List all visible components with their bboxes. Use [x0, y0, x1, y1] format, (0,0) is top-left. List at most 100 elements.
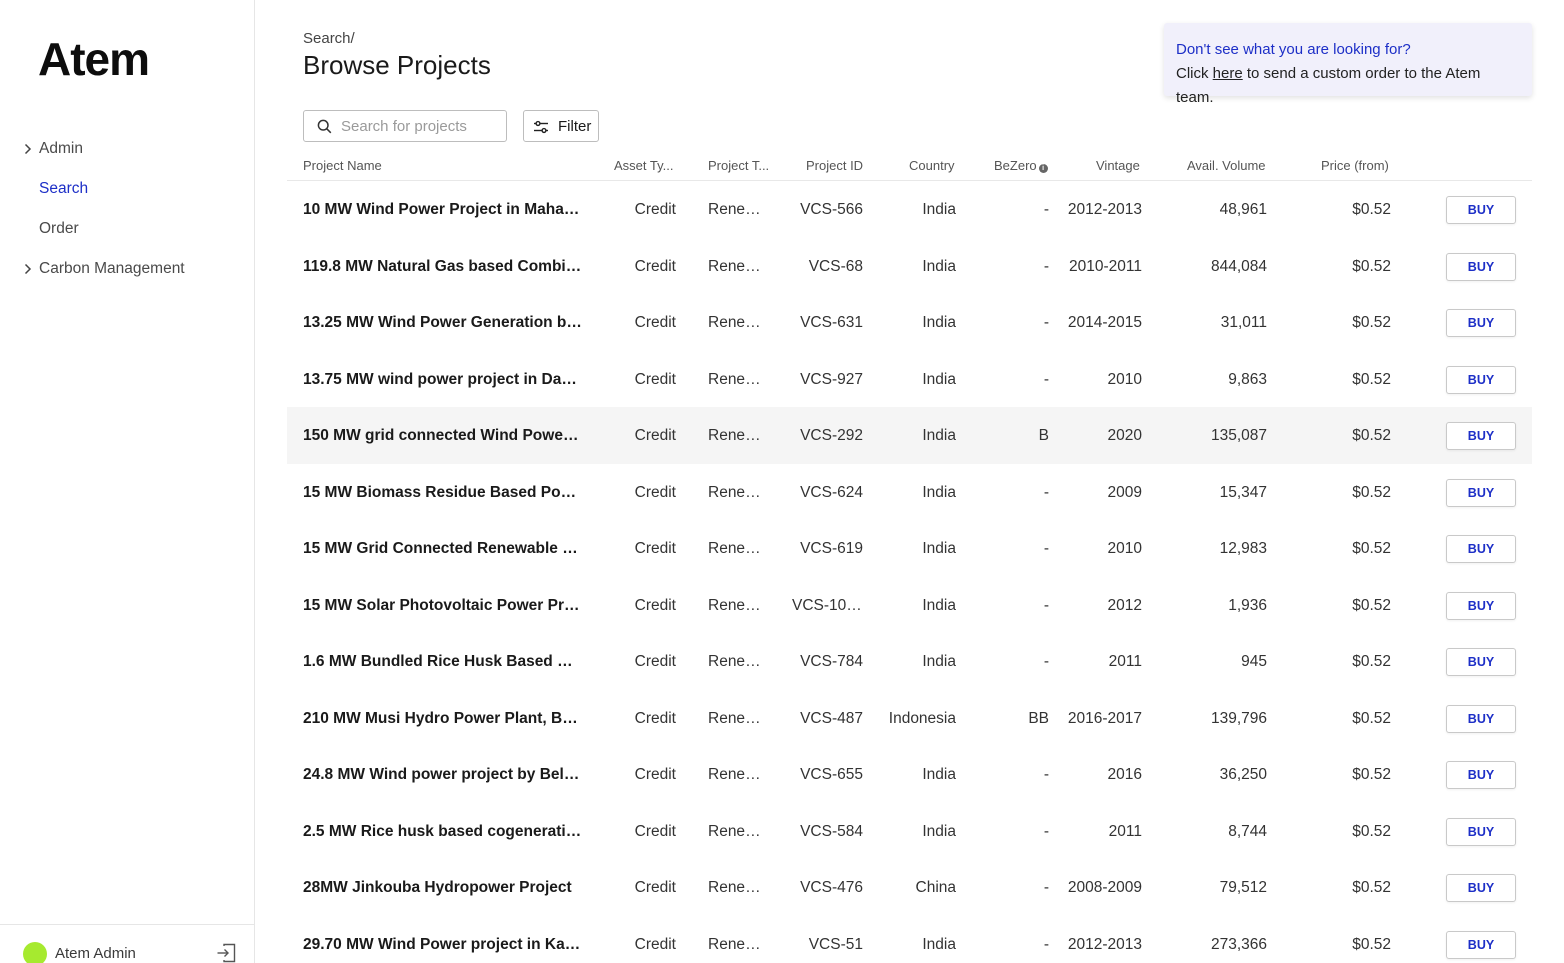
table-row[interactable]: 15 MW Solar Photovoltaic Power Project Cr…	[287, 577, 1532, 634]
asset-type-cell: Credit	[634, 596, 676, 614]
table-row[interactable]: 1.6 MW Bundled Rice Husk Based Cogenerat…	[287, 633, 1532, 690]
col-project-type[interactable]: Project T...	[708, 158, 769, 173]
buy-button[interactable]: BUY	[1446, 761, 1516, 789]
project-name-cell[interactable]: 2.5 MW Rice husk based cogeneration proj…	[303, 823, 583, 841]
table-row[interactable]: 119.8 MW Natural Gas based Combined Cycl…	[287, 238, 1532, 295]
asset-type-cell: Credit	[634, 935, 676, 953]
price-cell: $0.52	[1352, 879, 1391, 896]
avail-volume-cell: 1,936	[1228, 596, 1267, 614]
buy-button[interactable]: BUY	[1446, 309, 1516, 337]
asset-type-cell: Credit	[634, 540, 676, 557]
bezero-cell: -	[1043, 935, 1049, 953]
asset-type-cell: Credit	[634, 427, 676, 444]
avail-volume-cell: 48,961	[1219, 201, 1267, 218]
table-row[interactable]: 28MW Jinkouba Hydropower Project Credit Re…	[287, 859, 1532, 916]
table-row[interactable]: 150 MW grid connected Wind Power based p…	[287, 407, 1532, 464]
table-row[interactable]: 210 MW Musi Hydro Power Plant, Bengkulu C…	[287, 690, 1532, 747]
project-name-cell[interactable]: 150 MW grid connected Wind Power based p…	[303, 427, 583, 445]
asset-type-cell: Credit	[634, 201, 676, 218]
table-row[interactable]: 10 MW Wind Power Project in Maharashtra C…	[287, 181, 1532, 238]
sidebar-item-search[interactable]: Search	[0, 175, 255, 215]
project-name-cell[interactable]: 10 MW Wind Power Project in Maharashtra	[303, 201, 583, 219]
price-cell: $0.52	[1352, 766, 1391, 783]
project-name-cell[interactable]: 15 MW Solar Photovoltaic Power Project	[303, 597, 583, 615]
filter-button[interactable]: Filter	[523, 110, 599, 142]
vintage-cell: 2011	[1108, 822, 1142, 840]
app-logo[interactable]: Atem	[38, 32, 150, 86]
asset-type-cell: Credit	[634, 766, 676, 783]
vintage-cell: 2016	[1107, 766, 1142, 783]
project-type-cell: Renewable Energy	[708, 879, 771, 896]
project-name-cell[interactable]: 13.25 MW Wind Power Generation by Compan…	[303, 314, 583, 332]
project-name-cell[interactable]: 29.70 MW Wind Power project in Karnataka	[303, 936, 583, 954]
notice-question: Don't see what you are looking for?	[1176, 41, 1411, 58]
buy-button[interactable]: BUY	[1446, 874, 1516, 902]
price-cell: $0.52	[1352, 653, 1391, 670]
buy-button[interactable]: BUY	[1446, 252, 1516, 281]
buy-button[interactable]: BUY	[1446, 930, 1516, 959]
col-country[interactable]: Country	[909, 158, 955, 173]
vintage-cell: 2014-2015	[1067, 314, 1142, 331]
buy-button[interactable]: BUY	[1446, 817, 1516, 846]
table-row[interactable]: 2.5 MW Rice husk based cogeneration proj…	[287, 803, 1532, 860]
project-name-cell[interactable]: 15 MW Grid Connected Renewable Energy Pr…	[303, 540, 583, 558]
buy-button[interactable]: BUY	[1446, 535, 1516, 563]
project-name-cell[interactable]: 119.8 MW Natural Gas based Combined Cycl…	[303, 258, 583, 276]
buy-button[interactable]: BUY	[1446, 704, 1516, 733]
breadcrumb[interactable]: Search/	[303, 30, 355, 47]
col-avail-volume[interactable]: Avail. Volume	[1187, 158, 1266, 173]
table-row[interactable]: 13.75 MW wind power project in Davangere…	[287, 351, 1532, 408]
price-cell: $0.52	[1352, 596, 1391, 614]
custom-order-link[interactable]: here	[1213, 65, 1243, 82]
info-icon[interactable]: i	[1038, 164, 1048, 173]
price-cell: $0.52	[1352, 483, 1391, 501]
buy-button[interactable]: BUY	[1446, 648, 1516, 676]
country-cell: India	[922, 483, 956, 501]
project-name-cell[interactable]: 15 MW Biomass Residue Based Power Projec…	[303, 484, 583, 502]
project-name-cell[interactable]: 1.6 MW Bundled Rice Husk Based Cogenerat…	[303, 653, 583, 671]
project-id-cell: VCS-487	[800, 709, 863, 727]
buy-button[interactable]: BUY	[1446, 365, 1516, 394]
sidebar-item-admin[interactable]: Admin	[0, 135, 255, 175]
table-row[interactable]: 24.8 MW Wind power project by Belgaum Cre…	[287, 746, 1532, 803]
bezero-cell: -	[1043, 257, 1049, 275]
buy-button[interactable]: BUY	[1446, 196, 1516, 224]
project-name-cell[interactable]: 24.8 MW Wind power project by Belgaum	[303, 766, 583, 784]
search-box[interactable]	[303, 110, 507, 142]
table-row[interactable]: 13.25 MW Wind Power Generation by Compan…	[287, 294, 1532, 351]
project-name-cell[interactable]: 210 MW Musi Hydro Power Plant, Bengkulu	[303, 710, 583, 728]
sidebar-item-carbon-management[interactable]: Carbon Management	[0, 255, 255, 295]
sidebar-item-label: Admin	[39, 140, 83, 157]
project-id-cell: VCS-619	[800, 540, 863, 557]
buy-button[interactable]: BUY	[1446, 422, 1516, 450]
filter-label: Filter	[558, 118, 592, 135]
search-input[interactable]	[341, 111, 501, 141]
buy-button[interactable]: BUY	[1446, 591, 1516, 620]
table-row[interactable]: 29.70 MW Wind Power project in Karnataka…	[287, 916, 1532, 963]
buy-button[interactable]: BUY	[1446, 478, 1516, 507]
col-price[interactable]: Price (from)	[1321, 158, 1389, 173]
project-name-cell[interactable]: 13.75 MW wind power project in Davangere	[303, 371, 583, 389]
col-project-id[interactable]: Project ID	[806, 158, 863, 173]
col-project-name[interactable]: Project Name	[303, 158, 382, 173]
logout-icon[interactable]	[216, 942, 236, 963]
col-vintage[interactable]: Vintage	[1096, 158, 1140, 173]
bezero-cell: -	[1043, 314, 1049, 331]
project-type-cell: Renewable Energy	[708, 483, 771, 501]
project-type-cell: Renewable Energy	[708, 596, 771, 614]
table-body: 10 MW Wind Power Project in Maharashtra C…	[287, 181, 1532, 963]
table-row[interactable]: 15 MW Biomass Residue Based Power Projec…	[287, 464, 1532, 521]
project-id-cell: VCS-584	[800, 822, 863, 840]
table-row[interactable]: 15 MW Grid Connected Renewable Energy Pr…	[287, 520, 1532, 577]
vintage-cell: 2020	[1107, 427, 1142, 444]
project-name-cell[interactable]: 28MW Jinkouba Hydropower Project	[303, 879, 583, 897]
project-type-cell: Renewable Energy	[708, 201, 771, 218]
country-cell: India	[922, 653, 956, 670]
sidebar-item-order[interactable]: Order	[0, 215, 255, 255]
avail-volume-cell: 844,084	[1210, 257, 1267, 275]
col-bezero[interactable]: BeZero i	[994, 158, 1048, 173]
col-asset-type[interactable]: Asset Ty...	[614, 158, 673, 173]
sidebar-nav: Admin Search Order Carbon Management	[0, 135, 255, 295]
bezero-cell: -	[1043, 596, 1049, 614]
avatar[interactable]	[23, 942, 47, 963]
